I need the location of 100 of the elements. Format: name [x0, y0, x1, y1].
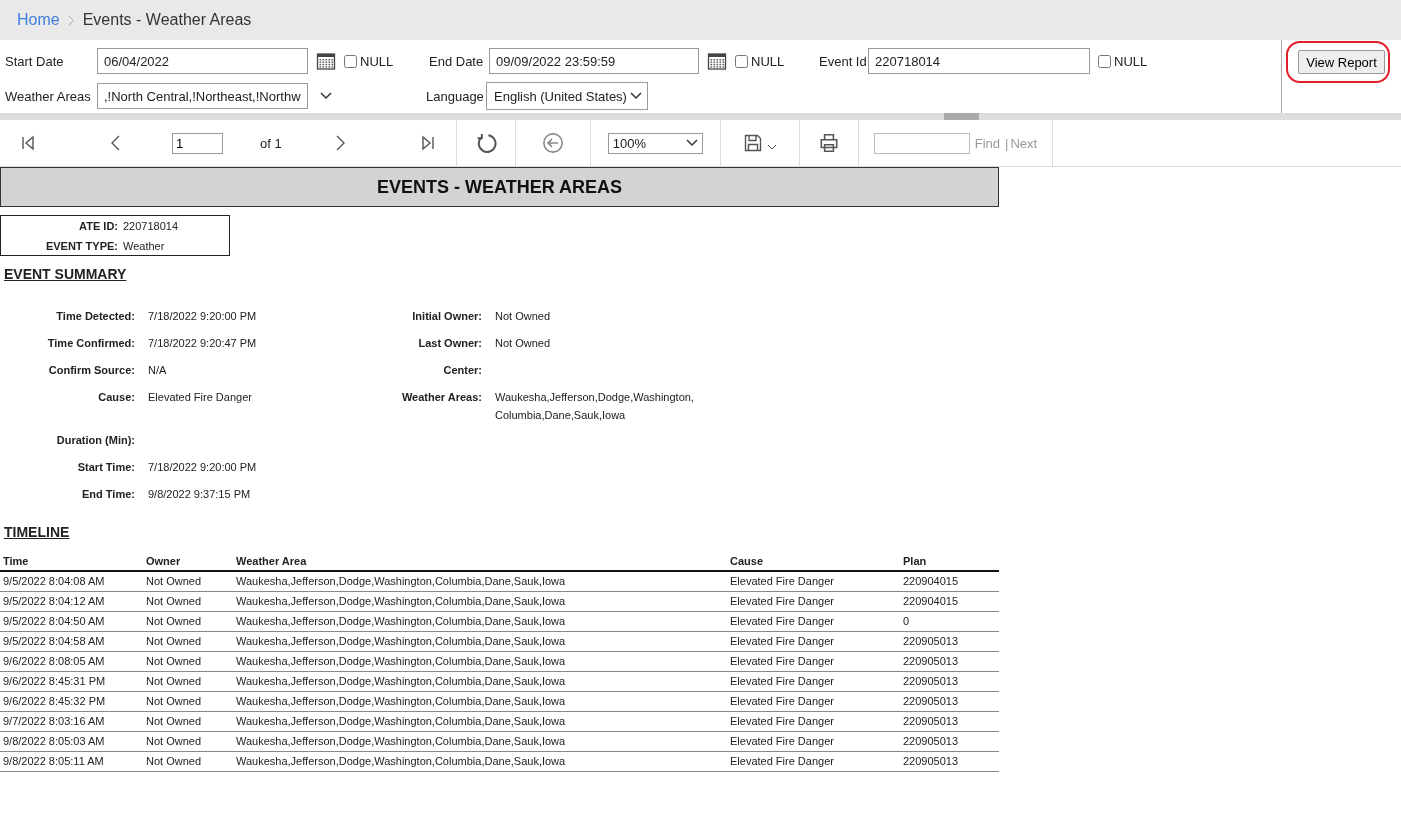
table-cell: Not Owned — [143, 671, 233, 692]
column-header: Weather Area — [233, 552, 727, 571]
report-title: EVENTS - WEATHER AREAS — [0, 167, 999, 207]
field-label: Event Id — [818, 53, 868, 69]
column-header: Time — [0, 552, 143, 571]
field-value: 7/18/2022 9:20:00 PM — [148, 310, 258, 322]
table-cell: Waukesha,Jefferson,Dodge,Washington,Columbia,Dane,Sauk,Iowa — [233, 611, 727, 632]
table-cell: Elevated Fire Danger — [727, 671, 900, 692]
view-report-button[interactable]: View Report — [1298, 50, 1385, 74]
field-label: Time Detected: — [55, 310, 135, 322]
chevron-down-icon — [630, 92, 642, 100]
table-cell: Not Owned — [143, 751, 233, 772]
table-cell: Not Owned — [143, 591, 233, 612]
field-label: Cause: — [97, 391, 135, 403]
column-header: Plan — [900, 552, 999, 571]
table-cell: 9/5/2022 8:04:08 AM — [0, 571, 143, 592]
table-cell: Elevated Fire Danger — [727, 751, 900, 772]
table-cell: Elevated Fire Danger — [727, 731, 900, 752]
calendar-icon[interactable] — [707, 51, 727, 71]
null-checkbox[interactable] — [344, 54, 357, 68]
table-cell: 9/8/2022 8:05:03 AM — [0, 731, 143, 752]
table-cell: 9/8/2022 8:05:11 AM — [0, 751, 143, 772]
field-label: Weather Areas: — [400, 391, 482, 405]
page-title: Events - Weather Areas — [82, 11, 252, 29]
table-cell: Waukesha,Jefferson,Dodge,Washington,Columbia,Dane,Sauk,Iowa — [233, 671, 727, 692]
field-label: End Date — [428, 53, 485, 69]
end-date-field[interactable]: 09/09/2022 23:59:59 — [489, 48, 699, 74]
table-cell: 9/6/2022 8:45:32 PM — [0, 691, 143, 712]
chevron-down-icon — [320, 92, 332, 100]
section-heading: EVENT SUMMARY — [3, 266, 128, 282]
checkbox-label: NULL — [1114, 53, 1148, 69]
table-cell: 220905013 — [900, 731, 999, 752]
field-label: Center: — [442, 364, 482, 376]
table-cell: 220905013 — [900, 671, 999, 692]
weather-areas-field[interactable]: ,!North Central,!Northeast,!Northw — [97, 83, 308, 109]
table-cell: 220905013 — [900, 631, 999, 652]
save-button[interactable] — [742, 133, 777, 153]
field-label: Weather Areas — [4, 88, 92, 104]
field-value: 9/8/2022 9:37:15 PM — [148, 488, 252, 500]
table-cell: 0 — [900, 611, 999, 632]
event-id-field[interactable]: 220718014 — [868, 48, 1090, 74]
table-cell: Not Owned — [143, 571, 233, 592]
field-label: Language — [425, 88, 485, 104]
table-cell: 220905013 — [900, 651, 999, 672]
table-cell: 220905013 — [900, 711, 999, 732]
page-input[interactable]: 1 — [172, 132, 223, 154]
table-cell: 220905013 — [900, 691, 999, 712]
table-cell: Not Owned — [143, 631, 233, 652]
field-label: Start Date — [4, 53, 65, 69]
table-cell: 9/5/2022 8:04:58 AM — [0, 631, 143, 652]
back-button[interactable] — [541, 132, 564, 154]
field-value: 220718014 — [123, 220, 180, 232]
table-cell: 9/5/2022 8:04:12 AM — [0, 591, 143, 612]
table-cell: 220905013 — [900, 751, 999, 772]
table-cell: Elevated Fire Danger — [727, 571, 900, 592]
field-value: 7/18/2022 9:20:47 PM — [148, 337, 258, 349]
language-select[interactable]: English (United States) — [486, 82, 648, 110]
table-cell: Waukesha,Jefferson,Dodge,Washington,Columbia,Dane,Sauk,Iowa — [233, 571, 727, 592]
table-cell: Not Owned — [143, 731, 233, 752]
save-icon — [742, 133, 763, 153]
table-cell: 220904015 — [900, 591, 999, 612]
field-label: Confirm Source: — [47, 364, 135, 376]
calendar-icon[interactable] — [316, 51, 336, 71]
null-checkbox[interactable] — [1098, 54, 1111, 68]
table-cell: Elevated Fire Danger — [727, 651, 900, 672]
table-cell: 9/5/2022 8:04:50 AM — [0, 611, 143, 632]
table-cell: Not Owned — [143, 691, 233, 712]
field-value: Elevated Fire Danger — [148, 391, 253, 403]
table-cell: 220904015 — [900, 571, 999, 592]
collapse-handle[interactable] — [944, 113, 979, 120]
field-label: Duration (Min): — [55, 434, 135, 446]
field-value: 7/18/2022 9:20:00 PM — [148, 461, 258, 473]
field-label: End Time: — [81, 488, 135, 500]
field-label: Initial Owner: — [411, 310, 482, 322]
table-cell: Elevated Fire Danger — [727, 631, 900, 652]
caret-icon — [766, 144, 777, 150]
table-cell: 9/6/2022 8:08:05 AM — [0, 651, 143, 672]
field-value: Waukesha,Jefferson,Dodge,Washington,Columbia,Dane,Sauk,Iowa — [495, 390, 695, 423]
null-checkbox[interactable] — [735, 54, 748, 68]
table-cell: Waukesha,Jefferson,Dodge,Washington,Columbia,Dane,Sauk,Iowa — [233, 731, 727, 752]
field-label: Time Confirmed: — [46, 337, 135, 349]
table-cell: Waukesha,Jefferson,Dodge,Washington,Columbia,Dane,Sauk,Iowa — [233, 751, 727, 772]
chevron-right-icon — [67, 14, 75, 26]
table-cell: 9/6/2022 8:45:31 PM — [0, 671, 143, 692]
table-cell: Elevated Fire Danger — [727, 611, 900, 632]
table-cell: Waukesha,Jefferson,Dodge,Washington,Columbia,Dane,Sauk,Iowa — [233, 691, 727, 712]
field-value: N/A — [148, 364, 168, 376]
page-count: of 1 — [260, 135, 282, 151]
field-value: Weather — [123, 240, 166, 252]
field-value: Not Owned — [495, 310, 552, 322]
checkbox-label: NULL — [751, 53, 785, 69]
find-field[interactable] — [873, 132, 970, 154]
zoom-select[interactable]: 100% — [607, 132, 703, 154]
start-date-field[interactable]: 06/04/2022 — [97, 48, 308, 74]
table-cell: Waukesha,Jefferson,Dodge,Washington,Columbia,Dane,Sauk,Iowa — [233, 651, 727, 672]
table-cell: Waukesha,Jefferson,Dodge,Washington,Columbia,Dane,Sauk,Iowa — [233, 711, 727, 732]
table-cell: Elevated Fire Danger — [727, 711, 900, 732]
separator-text: | — [1005, 135, 1009, 151]
field-label: Start Time: — [76, 461, 135, 473]
field-label: ATE ID: — [78, 220, 118, 232]
